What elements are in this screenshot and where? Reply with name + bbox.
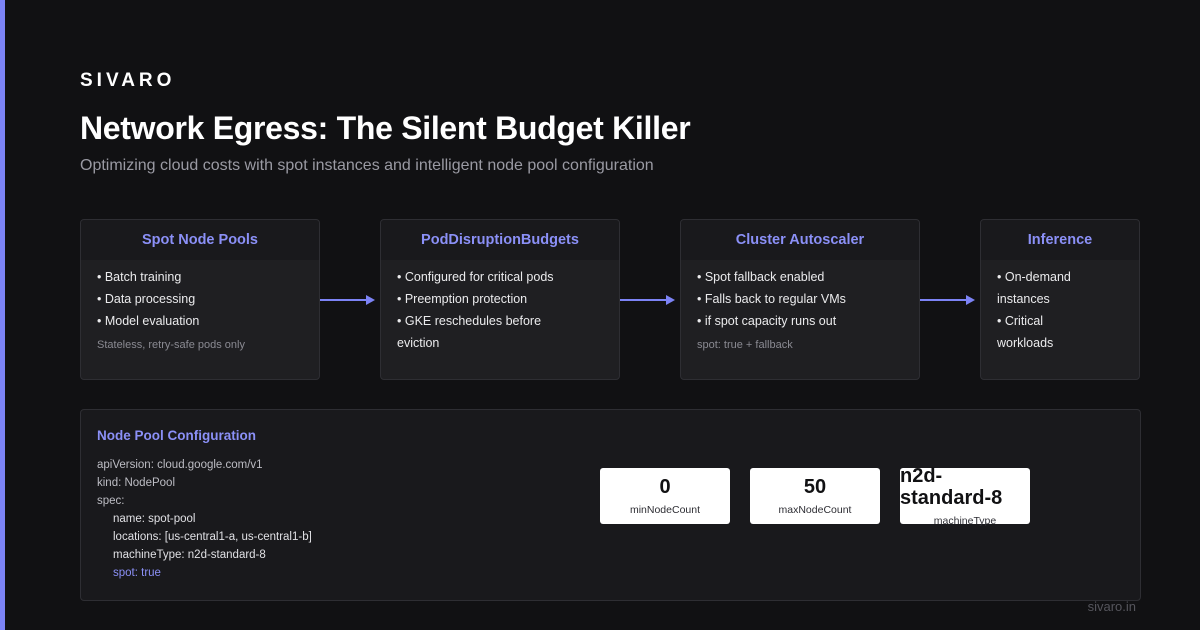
stat-max-node-count: 50 maxNodeCount (750, 468, 880, 524)
config-code-block: apiVersion: cloud.google.com/v1 kind: No… (97, 456, 312, 582)
card-title: Cluster Autoscaler (681, 220, 919, 260)
page-subtitle: Optimizing cloud costs with spot instanc… (80, 157, 654, 174)
card-item: • Configured for critical pods (397, 270, 554, 284)
arrow-right-icon (320, 295, 375, 305)
accent-bar (0, 0, 5, 630)
stat-value: 0 (659, 476, 671, 498)
card-item: • Data processing (97, 292, 196, 306)
code-line: machineType: n2d-standard-8 (113, 549, 266, 561)
card-item: instances (997, 292, 1050, 306)
card-title: Spot Node Pools (81, 220, 319, 260)
code-line: locations: [us-central1-a, us-central1-b… (113, 531, 312, 543)
card-item: • if spot capacity runs out (697, 314, 837, 328)
footer-url: sivaro.in (1087, 599, 1136, 614)
card-item: • Model evaluation (97, 314, 200, 328)
code-line: spec: (97, 495, 125, 507)
card-item: • Critical (997, 314, 1044, 328)
card-item: workloads (997, 336, 1054, 350)
card-note: Stateless, retry-safe pods only (97, 339, 245, 351)
card-item: • Batch training (97, 270, 182, 284)
stat-value: n2d-standard-8 (900, 465, 1003, 509)
stat-label: minNodeCount (629, 504, 701, 516)
code-line: kind: NodePool (97, 477, 175, 489)
brand-logo-text: SIVARO (80, 70, 176, 91)
card-item: • On-demand (997, 270, 1071, 284)
stat-min-node-count: 0 minNodeCount (600, 468, 730, 524)
code-line: apiVersion: cloud.google.com/v1 (97, 459, 263, 471)
stat-machine-type: n2d-standard-8 machineType (900, 465, 1030, 527)
stat-label: maxNodeCount (778, 504, 852, 516)
card-item: • GKE reschedules before (397, 314, 542, 328)
card-inference: Inference • On-demand instances • Critic… (980, 219, 1140, 380)
card-pod-disruption-budgets: PodDisruptionBudgets • Configured for cr… (380, 219, 620, 380)
config-title: Node Pool Configuration (97, 428, 256, 443)
card-spot-node-pools: Spot Node Pools • Batch training • Data … (80, 219, 320, 380)
code-line: name: spot-pool (113, 513, 196, 525)
stat-value: 50 (803, 476, 827, 498)
card-item: eviction (397, 336, 440, 350)
stat-label: machineType (933, 515, 997, 527)
card-title: Inference (981, 220, 1139, 260)
arrow-right-icon (920, 295, 975, 305)
card-title: PodDisruptionBudgets (381, 220, 619, 260)
page-title: Network Egress: The Silent Budget Killer (80, 110, 691, 146)
card-item: • Falls back to regular VMs (697, 292, 846, 306)
card-cluster-autoscaler: Cluster Autoscaler • Spot fallback enabl… (680, 219, 920, 380)
arrow-right-icon (620, 295, 675, 305)
card-item: • Spot fallback enabled (697, 270, 825, 284)
card-note: spot: true + fallback (697, 339, 793, 351)
code-line-highlight: spot: true (113, 567, 161, 579)
card-item: • Preemption protection (397, 292, 528, 306)
node-pool-config-panel: Node Pool Configuration apiVersion: clou… (80, 409, 1141, 601)
